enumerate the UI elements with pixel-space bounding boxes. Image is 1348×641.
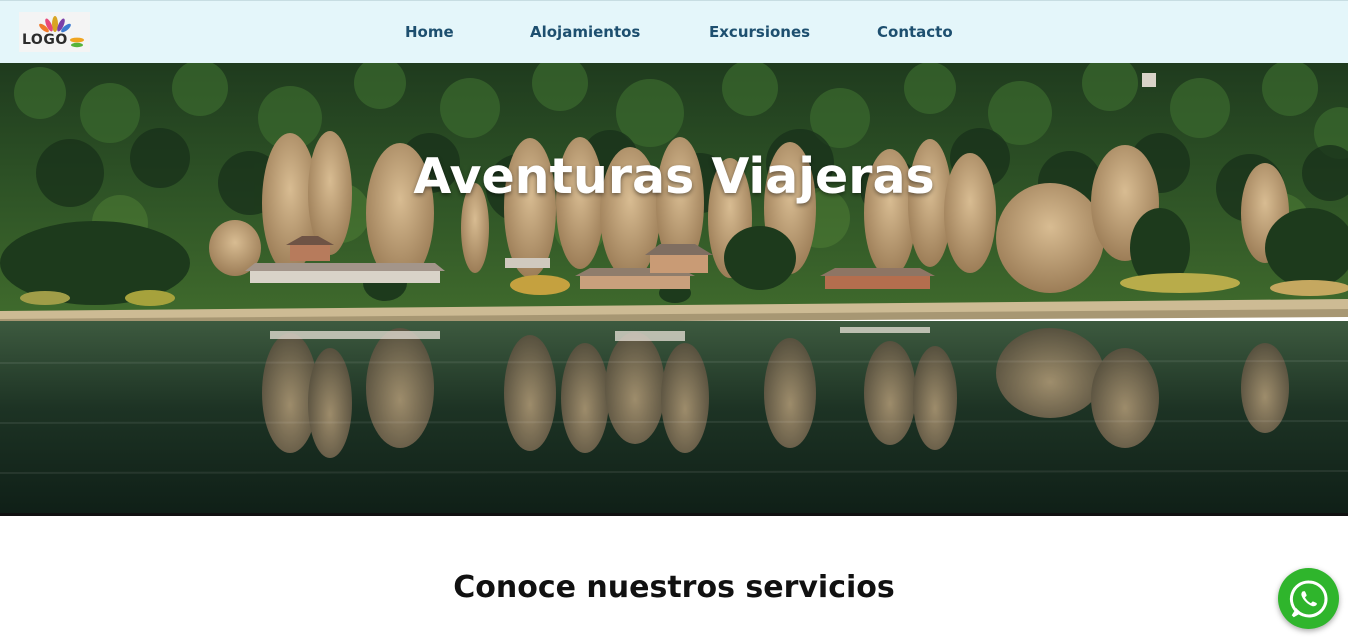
hero-banner: Aventuras Viajeras bbox=[0, 63, 1348, 516]
hero-image bbox=[0, 63, 1348, 513]
nav-item-home[interactable]: Home bbox=[405, 23, 454, 41]
main-nav: Home Alojamientos Excursiones Contacto bbox=[0, 1, 1348, 64]
whatsapp-button[interactable] bbox=[1278, 568, 1339, 629]
hero-title: Aventuras Viajeras bbox=[413, 148, 935, 205]
nav-item-alojamientos[interactable]: Alojamientos bbox=[530, 23, 640, 41]
nav-item-excursiones[interactable]: Excursiones bbox=[709, 23, 810, 41]
navbar: LOGO Home Alojamientos Excursiones Conta… bbox=[0, 0, 1348, 63]
nav-item-contacto[interactable]: Contacto bbox=[877, 23, 953, 41]
services-heading: Conoce nuestros servicios bbox=[453, 570, 895, 605]
whatsapp-icon bbox=[1289, 579, 1328, 617]
